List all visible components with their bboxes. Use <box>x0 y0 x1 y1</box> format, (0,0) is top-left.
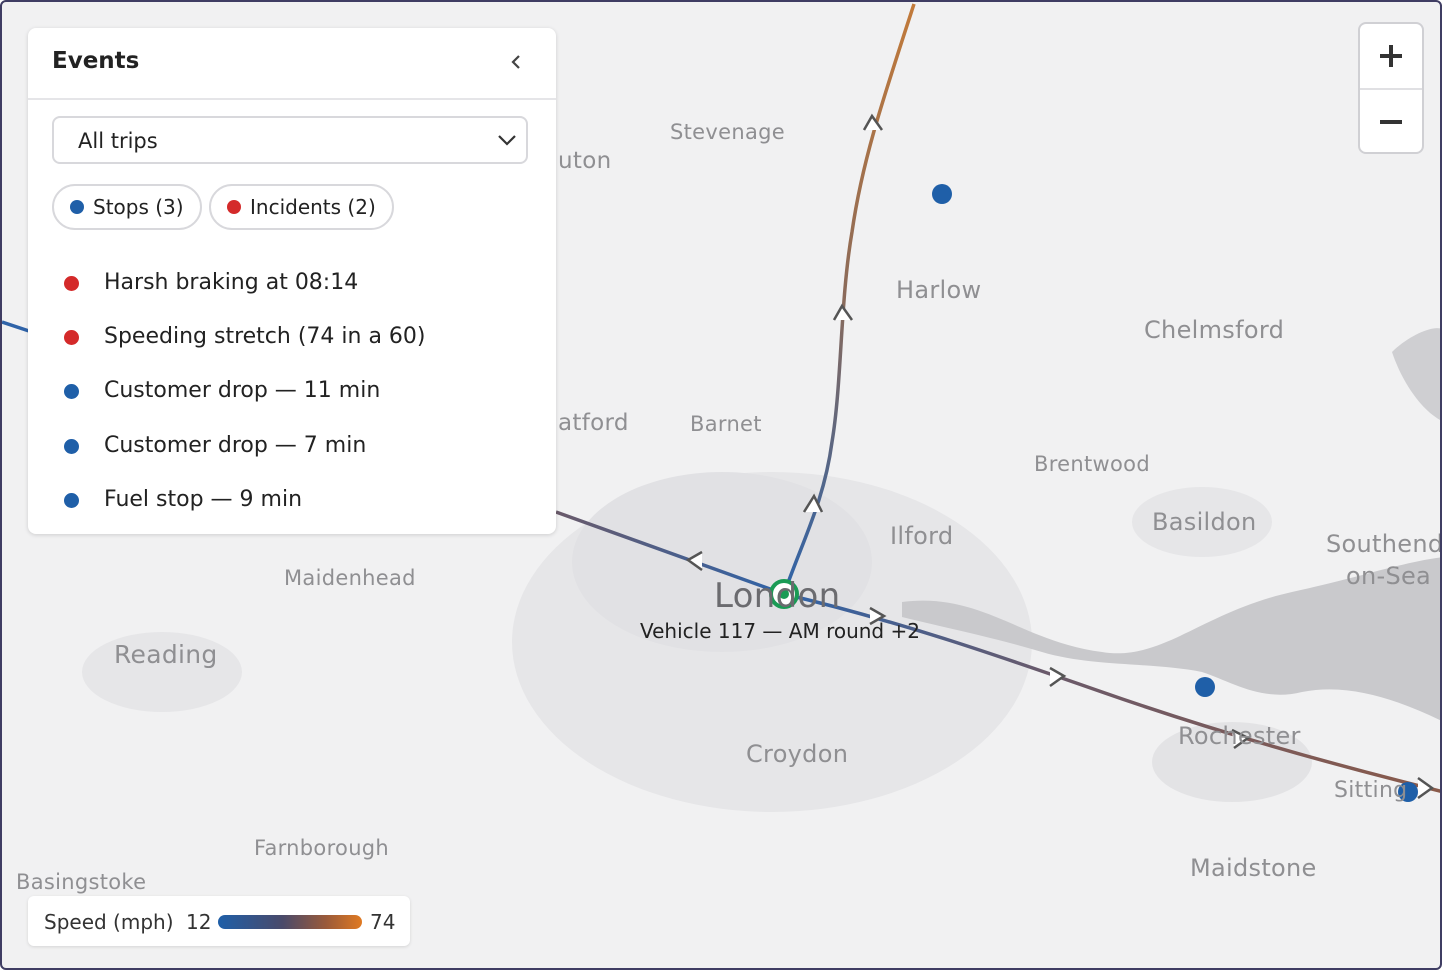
place-label: London <box>714 576 841 616</box>
zoom-in-button[interactable] <box>1360 24 1422 88</box>
place-label: Sitting <box>1334 778 1408 803</box>
event-label: Fuel stop — 9 min <box>104 487 303 512</box>
event-label: Harsh braking at 08:14 <box>104 270 359 295</box>
stop-dot-icon <box>64 439 79 454</box>
incident-dot-icon <box>227 200 241 214</box>
legend-min: 12 <box>186 910 212 934</box>
stop-dot-icon <box>70 200 84 214</box>
speed-gradient-bar <box>218 915 362 929</box>
event-item[interactable]: Customer drop — 7 min <box>28 427 556 467</box>
trip-filter-value: All trips <box>78 129 158 153</box>
chip-label: Stops (3) <box>93 195 184 219</box>
event-item[interactable]: Fuel stop — 9 min <box>28 481 556 521</box>
place-label: Barnet <box>690 412 762 436</box>
legend-label: Speed (mph) <box>44 910 174 934</box>
incidents-filter-chip[interactable]: Incidents (2) <box>209 184 394 230</box>
event-item[interactable]: Speeding stretch (74 in a 60) <box>28 318 556 358</box>
chevron-left-icon[interactable] <box>510 52 522 76</box>
incident-dot-icon <box>64 330 79 345</box>
place-label: Ilford <box>890 522 954 550</box>
place-label: on-Sea <box>1346 562 1432 590</box>
place-label: Stevenage <box>670 120 785 144</box>
place-label: atford <box>558 410 629 436</box>
event-item[interactable]: Customer drop — 11 min <box>28 372 556 412</box>
place-label: Reading <box>114 640 218 669</box>
place-label: Basingstoke <box>16 870 147 894</box>
stop-dot-icon <box>64 384 79 399</box>
panel-title: Events <box>52 48 140 74</box>
minus-icon <box>1380 120 1402 124</box>
events-panel: Events All trips Stops (3) Incidents (2)… <box>28 28 556 534</box>
legend-max: 74 <box>370 910 396 934</box>
trip-filter-select[interactable]: All trips <box>52 116 528 164</box>
event-item[interactable]: Harsh braking at 08:14 <box>28 264 556 304</box>
plus-icon <box>1380 45 1402 67</box>
stop-dot-icon <box>64 493 79 508</box>
stops-filter-chip[interactable]: Stops (3) <box>52 184 202 230</box>
place-label: Brentwood <box>1034 452 1150 476</box>
place-label: Harlow <box>896 276 982 304</box>
incident-dot-icon <box>64 276 79 291</box>
place-label: Maidstone <box>1190 854 1317 882</box>
zoom-out-button[interactable] <box>1360 90 1422 154</box>
event-label: Customer drop — 7 min <box>104 433 367 458</box>
vehicle-label: Vehicle 117 — AM round +2 <box>640 619 920 643</box>
chevron-down-icon <box>496 130 518 154</box>
zoom-controls <box>1358 22 1424 154</box>
place-label: Croydon <box>746 740 849 768</box>
event-label: Customer drop — 11 min <box>104 378 381 403</box>
map-canvas[interactable]: Stevenage uton Harlow Chelmsford atford … <box>0 0 1442 970</box>
place-label: Southend- <box>1326 530 1442 558</box>
place-label: Basildon <box>1152 508 1257 536</box>
panel-header: Events <box>28 28 556 100</box>
stop-marker[interactable] <box>932 184 952 204</box>
place-label: Rochester <box>1178 722 1301 750</box>
speed-legend: Speed (mph) 12 74 <box>28 896 410 946</box>
place-label: Maidenhead <box>284 566 416 590</box>
chip-label: Incidents (2) <box>250 195 376 219</box>
stop-marker[interactable] <box>1195 677 1215 697</box>
event-label: Speeding stretch (74 in a 60) <box>104 324 426 349</box>
place-label: uton <box>558 148 612 174</box>
place-label: Farnborough <box>254 836 390 860</box>
place-label: Chelmsford <box>1144 316 1285 344</box>
